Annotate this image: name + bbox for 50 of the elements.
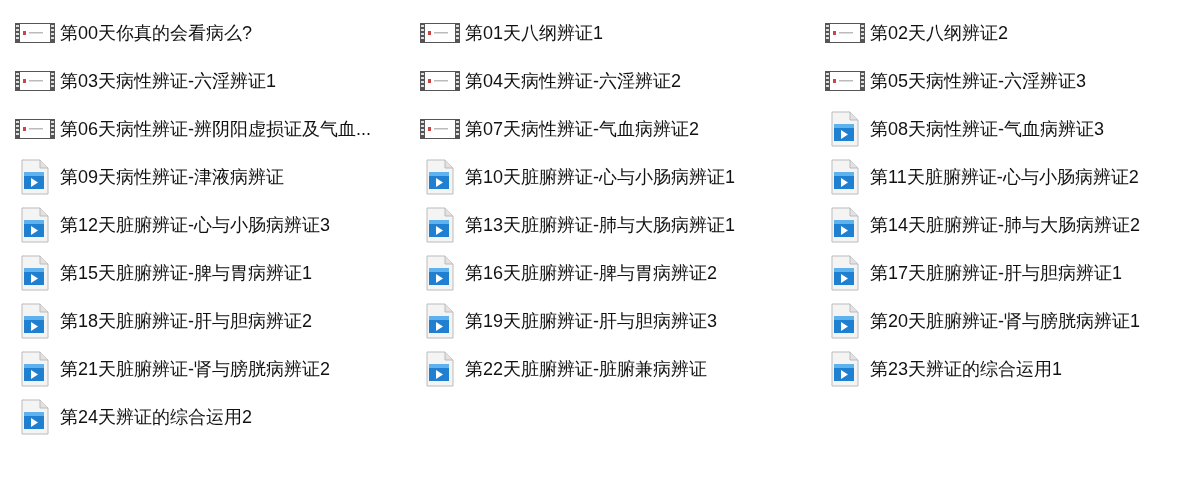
file-name[interactable]: 第14天脏腑辨证-肺与大肠病辨证2 <box>870 211 1141 239</box>
video-file-icon <box>21 207 49 243</box>
video-file-icon <box>426 207 454 243</box>
file-name[interactable]: 第24天辨证的综合运用2 <box>60 403 253 431</box>
file-name[interactable]: 第02天八纲辨证2 <box>870 19 1009 47</box>
file-name[interactable]: 第17天脏腑辨证-肝与胆病辨证1 <box>870 259 1123 287</box>
video-file-icon <box>426 303 454 339</box>
video-file-icon <box>21 255 49 291</box>
video-file-icon <box>21 399 49 435</box>
file-name[interactable]: 第01天八纲辨证1 <box>465 19 604 47</box>
file-name[interactable]: 第07天病性辨证-气血病辨证2 <box>465 115 700 143</box>
video-file-icon <box>831 351 859 387</box>
film-thumbnail-icon <box>420 23 460 43</box>
video-file-icon <box>21 303 49 339</box>
film-thumbnail-icon <box>15 71 55 91</box>
video-file-icon <box>426 159 454 195</box>
file-name[interactable]: 第21天脏腑辨证-肾与膀胱病辨证2 <box>60 355 331 383</box>
file-name[interactable]: 第04天病性辨证-六淫辨证2 <box>465 67 682 95</box>
file-name[interactable]: 第08天病性辨证-气血病辨证3 <box>870 115 1105 143</box>
video-file-icon <box>831 255 859 291</box>
video-file-icon <box>426 351 454 387</box>
film-thumbnail-icon <box>420 119 460 139</box>
file-name[interactable]: 第19天脏腑辨证-肝与胆病辨证3 <box>465 307 718 335</box>
film-thumbnail-icon <box>825 23 865 43</box>
file-name[interactable]: 第16天脏腑辨证-脾与胃病辨证2 <box>465 259 718 287</box>
film-thumbnail-icon <box>15 119 55 139</box>
file-name[interactable]: 第13天脏腑辨证-肺与大肠病辨证1 <box>465 211 736 239</box>
video-file-icon <box>831 111 859 147</box>
video-file-icon <box>831 159 859 195</box>
file-name[interactable]: 第18天脏腑辨证-肝与胆病辨证2 <box>60 307 313 335</box>
file-name[interactable]: 第23天辨证的综合运用1 <box>870 355 1063 383</box>
file-name[interactable]: 第10天脏腑辨证-心与小肠病辨证1 <box>465 163 736 191</box>
file-name[interactable]: 第03天病性辨证-六淫辨证1 <box>60 67 277 95</box>
file-name[interactable]: 第09天病性辨证-津液病辨证 <box>60 163 284 191</box>
file-name[interactable]: 第20天脏腑辨证-肾与膀胱病辨证1 <box>870 307 1141 335</box>
video-file-icon <box>21 159 49 195</box>
file-name[interactable]: 第00天你真的会看病么? <box>60 19 253 47</box>
file-name[interactable]: 第05天病性辨证-六淫辨证3 <box>870 67 1087 95</box>
file-name[interactable]: 第12天脏腑辨证-心与小肠病辨证3 <box>60 211 331 239</box>
film-thumbnail-icon <box>825 71 865 91</box>
video-file-icon <box>831 303 859 339</box>
file-name[interactable]: 第22天脏腑辨证-脏腑兼病辨证 <box>465 355 707 383</box>
film-thumbnail-icon <box>420 71 460 91</box>
file-name[interactable]: 第06天病性辨证-辨阴阳虚损证及气血... <box>60 115 372 143</box>
video-file-icon <box>831 207 859 243</box>
file-name[interactable]: 第15天脏腑辨证-脾与胃病辨证1 <box>60 259 313 287</box>
file-name[interactable]: 第11天脏腑辨证-心与小肠病辨证2 <box>870 163 1139 191</box>
video-file-icon <box>21 351 49 387</box>
video-file-icon <box>426 255 454 291</box>
film-thumbnail-icon <box>15 23 55 43</box>
